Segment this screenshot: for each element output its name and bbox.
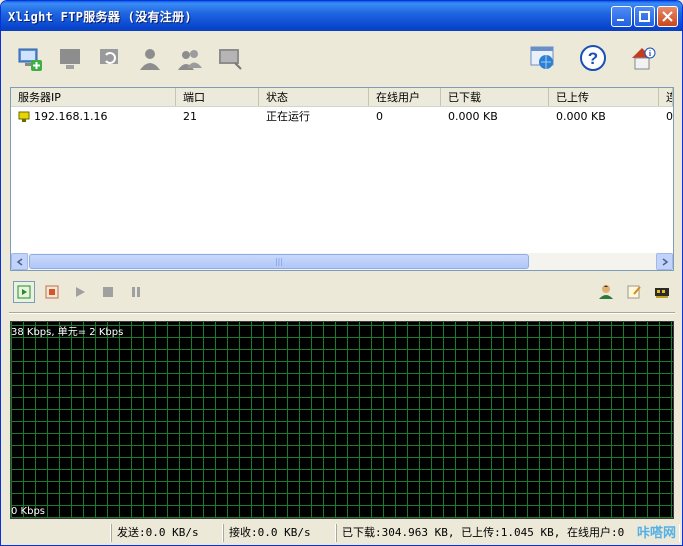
info-home-icon: i [632, 47, 656, 70]
cell-online-users: 0 [376, 110, 383, 123]
server-icon [60, 49, 80, 69]
play-icon [76, 287, 85, 297]
chevron-right-icon [662, 257, 668, 266]
close-icon [662, 10, 673, 22]
col-header-ip[interactable]: 服务器IP [11, 88, 176, 106]
cell-status: 正在运行 [266, 110, 310, 123]
screen-icon [219, 49, 242, 70]
col-header-uploaded[interactable]: 已上传 [549, 88, 659, 106]
horizontal-scrollbar[interactable]: ||| [11, 253, 673, 270]
separator [9, 312, 675, 314]
stop-button[interactable] [41, 281, 63, 303]
stop-framed-icon [45, 285, 59, 299]
network-card-button[interactable] [651, 281, 673, 303]
app-window: Xlight FTP服务器 (没有注册) ? i 服务器IP 端口 状态 在线用… [0, 0, 683, 546]
note-edit-icon [627, 285, 641, 299]
play-button[interactable] [69, 281, 91, 303]
cell-more: 0 [666, 110, 673, 123]
server-list[interactable]: 服务器IP 端口 状态 在线用户 已下载 已上传 连 192.168.1.16 … [10, 87, 674, 271]
play-framed-icon [17, 285, 31, 299]
title-bar[interactable]: Xlight FTP服务器 (没有注册) [1, 1, 682, 31]
stop-all-button[interactable] [97, 281, 119, 303]
server-button[interactable] [55, 44, 85, 74]
graph-scale-label: 38 Kbps, 单元= 2 Kbps [11, 327, 124, 338]
status-totals: 已下载:304.963 KB, 已上传:1.045 KB, 在线用户:0 [336, 524, 680, 542]
main-toolbar: ? i [1, 31, 682, 87]
server-running-icon [18, 111, 30, 122]
close-button[interactable] [657, 5, 678, 27]
server-controls [1, 279, 682, 305]
col-header-status[interactable]: 状态 [259, 88, 369, 106]
help-button[interactable]: ? [578, 43, 608, 73]
status-receive: 接收:0.0 KB/s [223, 524, 336, 542]
web-settings-button[interactable] [528, 43, 558, 73]
cell-uploaded: 0.000 KB [556, 110, 606, 123]
server-refresh-button[interactable] [95, 44, 125, 74]
status-bar: 发送:0.0 KB/s 接收:0.0 KB/s 已下载:304.963 KB, … [1, 521, 682, 545]
window-title: Xlight FTP服务器 (没有注册) [8, 9, 192, 24]
svg-text:?: ? [588, 49, 598, 68]
col-header-downloaded[interactable]: 已下载 [441, 88, 549, 106]
user-icon [140, 49, 160, 70]
start-button[interactable] [13, 281, 35, 303]
maximize-button[interactable] [634, 5, 655, 27]
help-icon: ? [580, 45, 606, 71]
edit-button[interactable] [623, 281, 645, 303]
traffic-graph: 38 Kbps, 单元= 2 Kbps 0 Kbps [10, 321, 674, 519]
cell-ip-text: 192.168.1.16 [34, 110, 108, 123]
status-send: 发送:0.0 KB/s [111, 524, 223, 542]
col-header-port[interactable]: 端口 [176, 88, 259, 106]
user-button[interactable] [135, 44, 165, 74]
chevron-left-icon [16, 257, 22, 266]
add-server-icon [18, 48, 42, 71]
scroll-right-button[interactable] [656, 253, 673, 270]
col-header-more[interactable]: 连 [659, 88, 673, 106]
pause-icon [132, 287, 140, 297]
scroll-left-button[interactable] [11, 253, 28, 270]
users-icon [178, 50, 202, 70]
status-empty-panel [1, 524, 111, 542]
globe-window-icon [530, 46, 554, 69]
users-button[interactable] [175, 44, 205, 74]
table-row[interactable]: 192.168.1.16 21 正在运行 0 0.000 KB 0.000 KB… [11, 107, 673, 126]
scroll-thumb[interactable]: ||| [29, 254, 529, 269]
maximize-icon [639, 10, 650, 22]
server-list-header: 服务器IP 端口 状态 在线用户 已下载 已上传 连 [11, 88, 673, 107]
server-refresh-icon [100, 49, 118, 64]
pause-button[interactable] [125, 281, 147, 303]
online-user-button[interactable] [595, 281, 617, 303]
cell-ip: 192.168.1.16 [11, 107, 176, 126]
network-card-icon [655, 288, 669, 298]
graph-zero-label: 0 Kbps [11, 506, 46, 517]
stop-icon [103, 287, 113, 297]
add-server-button[interactable] [15, 44, 45, 74]
watermark-logo: 咔嗒网 [636, 526, 676, 541]
cell-downloaded: 0.000 KB [448, 110, 498, 123]
screen-button[interactable] [215, 44, 245, 74]
toolbar-right: ? i [528, 43, 668, 73]
user-online-icon [599, 285, 613, 299]
cell-port: 21 [183, 110, 197, 123]
about-button[interactable]: i [628, 43, 658, 73]
minimize-icon [617, 18, 624, 21]
minimize-button[interactable] [611, 5, 632, 27]
col-header-online-users[interactable]: 在线用户 [369, 88, 441, 106]
